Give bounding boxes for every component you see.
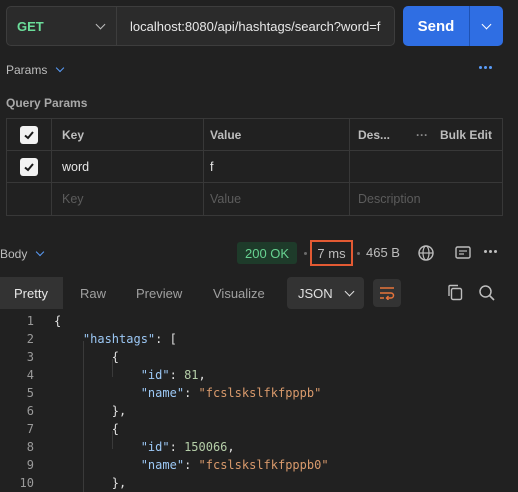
tab-visualize[interactable]: Visualize [213,277,265,309]
separator-dot [357,252,360,255]
chevron-down-icon [344,286,355,296]
code-line: 9 "name": "fcslskslfkfpppb0" [0,458,518,476]
more-options-icon[interactable] [479,66,492,69]
column-header-key: Key [52,119,204,150]
chevron-down-icon [36,247,45,257]
new-value-input[interactable]: Value [204,183,350,215]
body-tab[interactable]: Body [0,247,45,261]
format-label: JSON [298,285,333,301]
body-tab-label: Body [0,247,28,261]
empty-checkbox-cell [7,183,52,215]
send-options-button[interactable] [470,6,503,46]
code-line: 6 }, [0,404,518,422]
separator-dot [304,252,307,255]
code-text: "hashtags": [ [82,332,177,346]
line-number: 9 [26,458,34,472]
line-number: 8 [26,440,34,454]
bulk-edit-button[interactable]: ··· Bulk Edit [404,119,502,150]
params-tab[interactable]: Params [6,63,65,77]
more-options-icon[interactable] [484,250,497,253]
param-key-field[interactable]: word [52,151,204,182]
code-text: { [54,350,120,364]
search-icon[interactable] [478,284,496,305]
code-text: "name": "fcslskslfkfpppb" [140,386,322,400]
column-header-value: Value [204,119,350,150]
new-key-input[interactable]: Key [52,183,204,215]
column-header-description: Des... [358,127,391,142]
line-number: 7 [26,422,34,436]
param-value-field[interactable]: f [204,151,350,182]
method-select[interactable]: GET [7,7,117,45]
code-text: }, [54,476,127,490]
checkbox-checked-icon [20,157,38,176]
code-line: 5 "name": "fcslskslfkfpppb" [0,386,518,404]
response-size[interactable]: 465 B [366,245,400,260]
line-number: 3 [26,350,34,364]
bulk-edit-label: Bulk Edit [439,127,492,142]
tab-preview[interactable]: Preview [136,277,182,309]
code-line: 3 { [0,350,518,368]
wrap-lines-button[interactable] [373,279,401,307]
format-select[interactable]: JSON [287,277,364,309]
line-number: 5 [26,386,34,400]
globe-icon[interactable] [417,244,435,265]
code-line: 2 "hashtags": [ [0,332,518,350]
response-view-tabs: Pretty Raw Preview Visualize [0,277,518,309]
response-time[interactable]: 7 ms [310,240,353,266]
code-text: "name": "fcslskslfkfpppb0" [140,458,329,472]
params-header-row: Key Value Des... ··· Bulk Edit [7,119,502,151]
code-text: "id": 81, [140,368,206,382]
copy-icon[interactable] [447,284,463,304]
line-number: 6 [26,404,34,418]
code-text: { [54,314,62,328]
code-text: }, [54,404,127,418]
line-number: 10 [19,476,34,490]
chevron-down-icon [56,63,65,73]
params-table: Key Value Des... ··· Bulk Edit word f Ke… [6,118,503,216]
send-button[interactable]: Send [403,6,470,46]
code-line: 1{ [0,314,518,332]
method-label: GET [17,18,44,34]
param-description-field[interactable] [350,151,404,182]
send-button-group: Send [403,6,503,46]
code-line: 4 "id": 81, [0,368,518,386]
url-bar: GET localhost:8080/api/hashtags/search?w… [6,6,395,46]
code-line: 8 "id": 150066, [0,440,518,458]
more-horizontal-icon: ··· [415,127,428,142]
new-description-input[interactable]: Description [350,183,500,215]
tab-raw[interactable]: Raw [80,277,106,309]
params-tab-label: Params [6,63,48,77]
line-number: 4 [26,368,34,382]
chevron-down-icon [481,19,492,29]
tab-pretty[interactable]: Pretty [0,277,63,309]
chevron-down-icon [95,19,106,29]
response-body-code[interactable]: 1{2 "hashtags": [3 {4 "id": 81, 5 "name":… [0,313,518,492]
line-number: 2 [26,332,34,346]
code-line: 7 { [0,422,518,440]
code-text: "id": 150066, [140,440,235,454]
line-number: 1 [26,314,34,328]
select-all-checkbox[interactable] [7,119,52,150]
code-line: 10 }, [0,476,518,492]
param-row: word f [7,151,502,183]
code-text: { [54,422,120,436]
param-enabled-checkbox[interactable] [7,151,52,182]
wrap-lines-icon [380,287,395,300]
checkbox-checked-icon [20,125,38,144]
save-example-icon[interactable] [454,244,472,265]
param-new-row: Key Value Description [7,183,502,215]
query-params-title: Query Params [6,96,88,110]
status-badge[interactable]: 200 OK [237,242,298,264]
url-input[interactable]: localhost:8080/api/hashtags/search?word=… [117,19,394,34]
